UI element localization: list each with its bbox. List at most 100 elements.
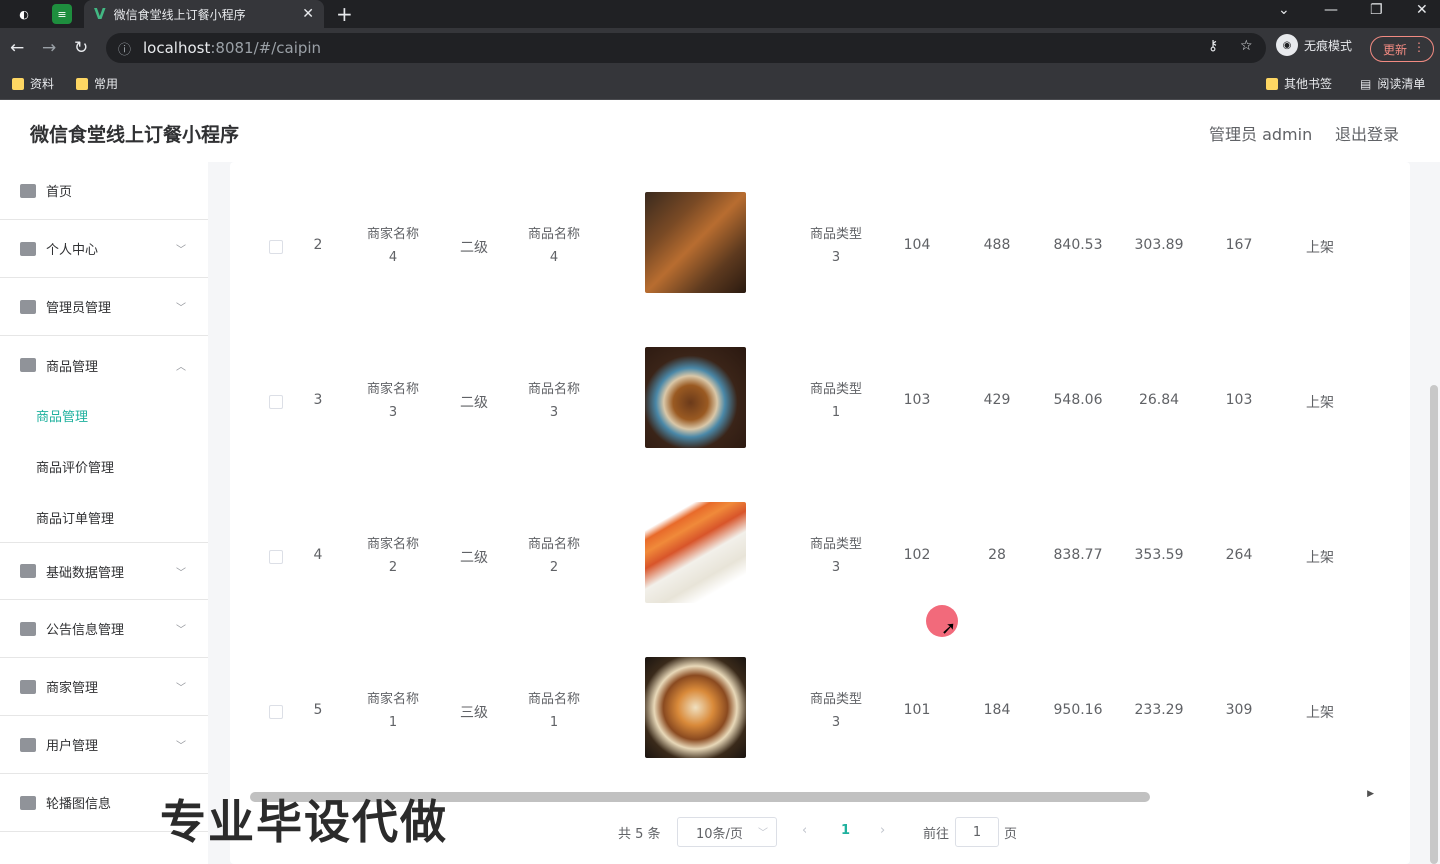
- cell-value: 28: [988, 547, 1006, 563]
- next-page-icon[interactable]: ›: [880, 823, 885, 838]
- cell-status: 上架: [1306, 705, 1334, 721]
- product-name-label: 商品名称: [527, 692, 580, 707]
- sidebar: 首页 个人中心 ﹀ 管理员管理 ﹀ 商品管理 ︿ 商品管理 商品评价管理 商品订…: [0, 162, 208, 864]
- cell-type: 商品类型 1: [796, 378, 876, 424]
- table-row: 4 商家名称 2 二级 商品名称 2 商品类型 3 102 28 838.77 353…: [250, 478, 1380, 633]
- tab-search-icon[interactable]: ⌄: [1278, 2, 1290, 18]
- chevron-down-icon: ﹀: [176, 741, 186, 752]
- cell-value: 26.84: [1138, 392, 1180, 408]
- scroll-right-icon[interactable]: ▶: [1367, 789, 1374, 799]
- sidebar-item-home[interactable]: 首页: [0, 162, 208, 220]
- page-size-value: 10条/页: [696, 826, 743, 842]
- sidebar-item-products[interactable]: 商品管理 ︿: [0, 336, 208, 394]
- logout-link[interactable]: 退出登录: [1335, 121, 1399, 145]
- cell-index: 5: [313, 702, 323, 718]
- bookmark-folder-ziliao[interactable]: 资料: [12, 75, 54, 92]
- reading-list[interactable]: ▤ 阅读清单: [1360, 75, 1425, 92]
- cell-status: 上架: [1306, 550, 1334, 566]
- browser-menu-icon[interactable]: ◐: [14, 4, 34, 24]
- bookmark-folder-changyong[interactable]: 常用: [76, 75, 118, 92]
- cell-product: 商品名称 1: [514, 688, 594, 734]
- site-info-icon[interactable]: ⓘ: [118, 39, 131, 58]
- row-checkbox[interactable]: [269, 705, 283, 719]
- other-bookmarks-label: 其他书签: [1284, 77, 1333, 91]
- folder-icon: [76, 77, 88, 90]
- watermark-text: 专业毕设代做: [160, 795, 448, 849]
- browser-tab-active[interactable]: V 微信食堂线上订餐小程序 ✕: [84, 0, 324, 28]
- sidebar-item-users[interactable]: 用户管理 ﹀: [0, 716, 208, 774]
- tab-close-icon[interactable]: ✕: [302, 6, 314, 22]
- cell-index: 3: [313, 392, 323, 408]
- more-menu-icon[interactable]: ⋮: [1413, 40, 1425, 54]
- product-icon: [20, 358, 36, 372]
- page-number-current[interactable]: 1: [841, 823, 850, 838]
- cell-value: 103: [1225, 392, 1253, 408]
- product-type-label: 商品类型: [809, 227, 862, 242]
- sidebar-item-label: 公告信息管理: [46, 623, 125, 638]
- page-size-select[interactable]: 10条/页 ﹀: [677, 817, 777, 847]
- close-window-icon[interactable]: ✕: [1416, 2, 1428, 18]
- folder-icon: [1266, 77, 1278, 90]
- cell-value: 548.06: [1053, 392, 1103, 408]
- sidebar-item-label: 商品管理: [46, 359, 99, 375]
- restore-icon[interactable]: ❐: [1370, 2, 1383, 18]
- sidebar-subitem-orders[interactable]: 商品订单管理: [0, 492, 208, 542]
- sidebar-item-notices[interactable]: 公告信息管理 ﹀: [0, 600, 208, 658]
- cell-value: 309: [1225, 702, 1253, 718]
- chevron-down-icon: ﹀: [176, 567, 186, 579]
- product-name-value: 1: [549, 715, 559, 730]
- product-image: [645, 192, 746, 293]
- goto-page-input[interactable]: 1: [955, 817, 999, 847]
- sidebar-item-basedata[interactable]: 基础数据管理 ﹀: [0, 542, 208, 600]
- product-image: [645, 657, 746, 758]
- grid-icon: [20, 621, 36, 636]
- url-input[interactable]: ⓘ localhost :8081/#/caipin: [106, 33, 1266, 63]
- incognito-indicator[interactable]: ◉ 无痕模式: [1276, 34, 1352, 56]
- vertical-scrollbar[interactable]: [1430, 385, 1438, 864]
- cell-level: 二级: [460, 240, 488, 256]
- row-checkbox[interactable]: [269, 240, 283, 254]
- row-checkbox[interactable]: [269, 550, 283, 564]
- password-key-icon[interactable]: ⚷: [1208, 38, 1218, 54]
- sidebar-item-label: 个人中心: [46, 243, 99, 258]
- row-checkbox[interactable]: [269, 395, 283, 409]
- new-tab-button[interactable]: +: [336, 2, 353, 26]
- update-button[interactable]: 更新 ⋮: [1370, 36, 1434, 62]
- sidebar-item-merchants[interactable]: 商家管理 ﹀: [0, 658, 208, 716]
- bookmark-star-icon[interactable]: ☆: [1240, 38, 1253, 54]
- merchant-name-label: 商家名称: [366, 692, 419, 707]
- cell-status: 上架: [1306, 395, 1334, 411]
- cell-value: 488: [983, 237, 1011, 253]
- cell-type: 商品类型 3: [796, 688, 876, 734]
- cell-value: 840.53: [1053, 237, 1103, 253]
- sidebar-item-profile[interactable]: 个人中心 ﹀: [0, 220, 208, 278]
- sidebar-item-admins[interactable]: 管理员管理 ﹀: [0, 278, 208, 336]
- cell-index: 4: [313, 547, 323, 563]
- reload-icon[interactable]: ↻: [74, 38, 88, 58]
- goto-label: 前往: [923, 827, 950, 842]
- sidebar-item-label: 首页: [46, 185, 73, 200]
- back-icon[interactable]: ←: [10, 38, 24, 58]
- other-bookmarks[interactable]: 其他书签: [1266, 75, 1332, 92]
- tab-title: 微信食堂线上订餐小程序: [113, 7, 246, 22]
- cell-value: 264: [1225, 547, 1253, 563]
- url-path: :8081/#/caipin: [210, 39, 322, 57]
- chevron-down-icon: ﹀: [176, 303, 186, 314]
- sidebar-subitem-products[interactable]: 商品管理: [0, 390, 208, 440]
- product-type-value: 3: [831, 250, 841, 265]
- forward-icon[interactable]: →: [42, 38, 56, 58]
- minimize-icon[interactable]: —: [1324, 2, 1338, 18]
- prev-page-icon[interactable]: ‹: [802, 823, 807, 838]
- table-row: 5 商家名称 1 三级 商品名称 1 商品类型 3 101 184 950.16 23…: [250, 633, 1380, 788]
- sidebar-subitem-reviews[interactable]: 商品评价管理: [0, 441, 208, 491]
- cell-merchant: 商家名称 3: [353, 378, 433, 424]
- cell-level: 二级: [460, 395, 488, 411]
- product-type-value: 1: [831, 405, 841, 420]
- table-row: 2 商家名称 4 二级 商品名称 4 商品类型 3 104 488 840.53 30…: [250, 168, 1380, 323]
- pagination-total: 共 5 条: [618, 826, 661, 842]
- bookmark-label: 常用: [94, 77, 119, 91]
- product-type-label: 商品类型: [809, 692, 862, 707]
- chevron-down-icon: ﹀: [176, 625, 186, 636]
- pinned-tab-icon[interactable]: ≡: [52, 4, 72, 24]
- user-icon: [20, 241, 36, 256]
